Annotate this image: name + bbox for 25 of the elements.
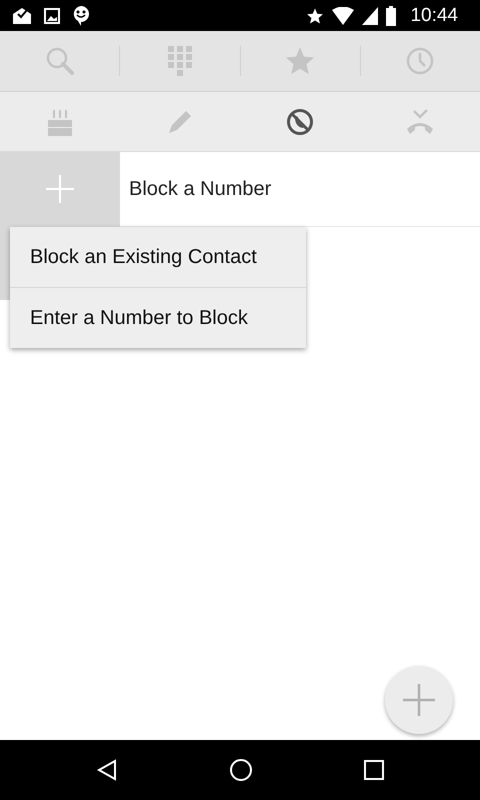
wifi-icon bbox=[332, 6, 354, 24]
add-button[interactable] bbox=[385, 666, 453, 734]
recents-icon[interactable] bbox=[364, 760, 384, 780]
pencil-icon bbox=[167, 108, 193, 134]
back-icon[interactable] bbox=[96, 759, 118, 781]
cake-icon bbox=[46, 108, 74, 136]
plus-icon bbox=[402, 683, 436, 717]
blocked-call-icon bbox=[286, 108, 314, 136]
star-icon bbox=[306, 6, 324, 24]
chat-icon bbox=[72, 4, 90, 26]
signal-icon bbox=[362, 6, 378, 24]
missed-call-icon bbox=[406, 108, 434, 134]
menu-item[interactable]: Block an Existing Contact bbox=[10, 227, 306, 287]
star-icon bbox=[285, 46, 316, 76]
dialpad-icon bbox=[168, 46, 192, 76]
mail-icon bbox=[12, 6, 32, 24]
home-icon[interactable] bbox=[228, 758, 253, 782]
image-icon bbox=[44, 8, 60, 24]
plus-icon bbox=[45, 174, 75, 204]
block-number-label[interactable]: Block a Number bbox=[129, 178, 272, 200]
status-time: 10:44 bbox=[410, 4, 458, 26]
search-icon bbox=[44, 46, 75, 76]
menu-item[interactable]: Enter a Number to Block bbox=[10, 287, 306, 348]
battery-icon bbox=[386, 6, 396, 26]
clock-icon bbox=[406, 47, 434, 75]
